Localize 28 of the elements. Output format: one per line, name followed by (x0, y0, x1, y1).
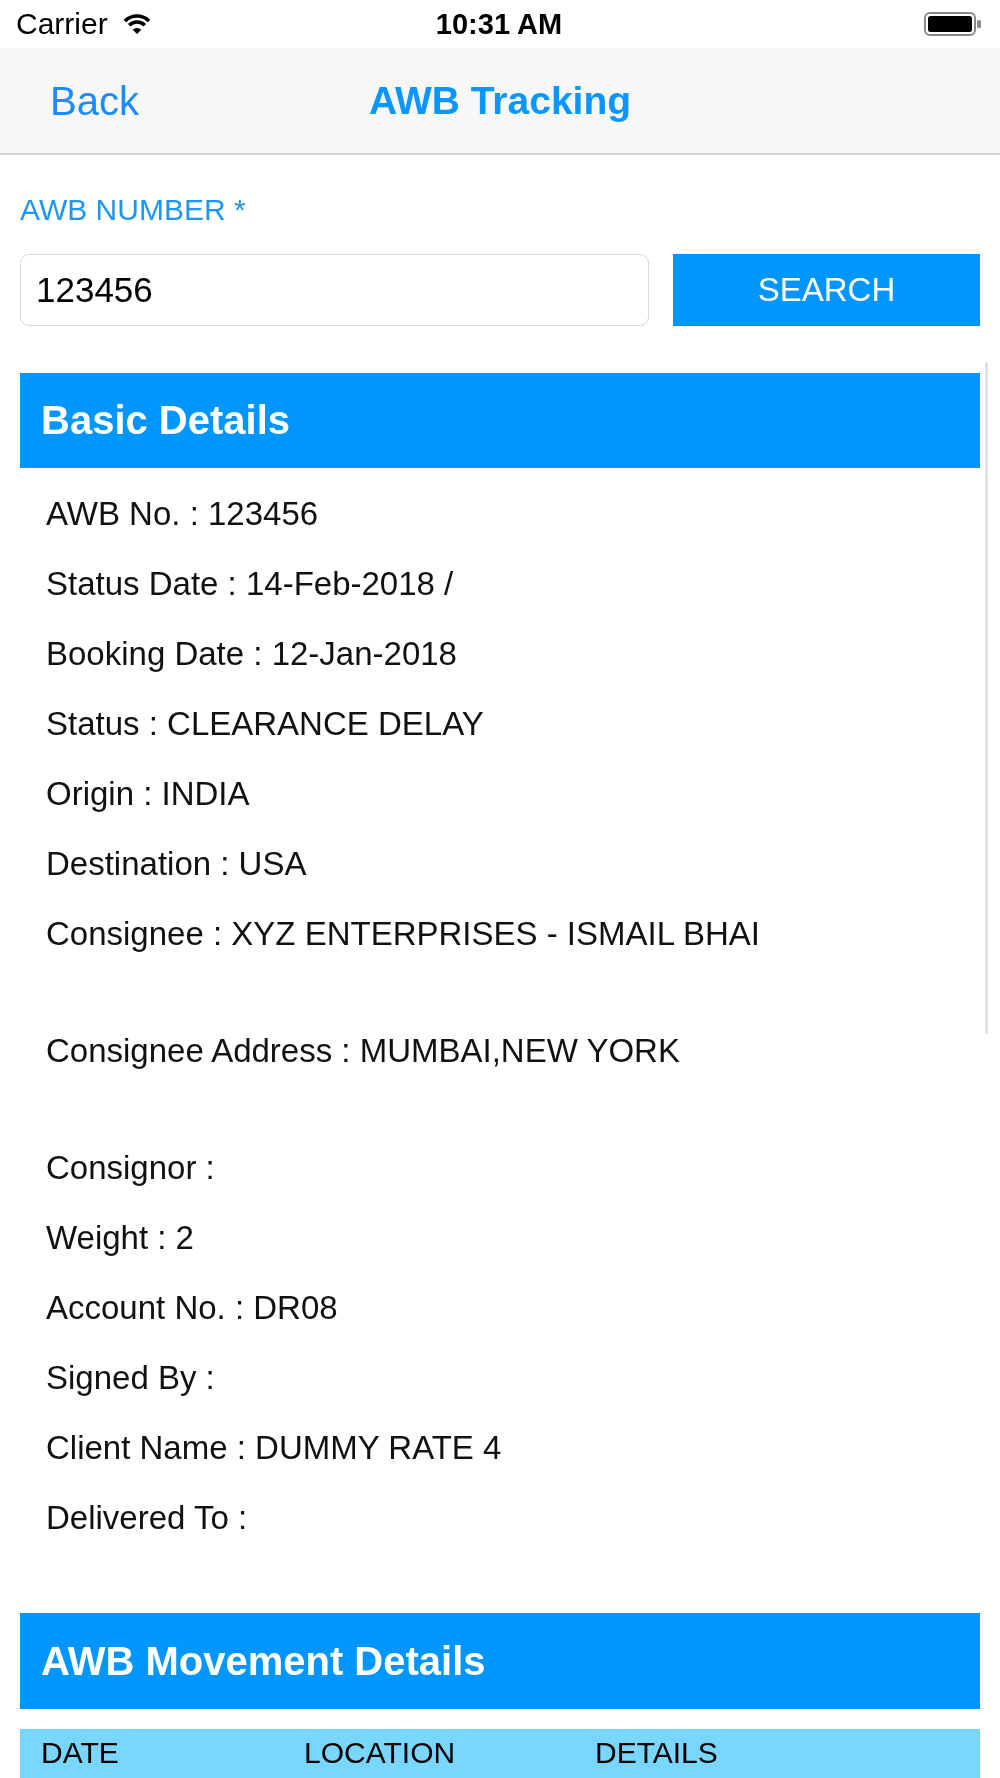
screen-title: AWB Tracking (368, 77, 632, 124)
detail-text: Client Name : DUMMY RATE 4 (46, 1429, 502, 1466)
detail-text: Signed By : (46, 1359, 215, 1396)
detail-text: Consignor : (46, 1149, 215, 1186)
back-button[interactable]: Back (50, 77, 139, 124)
detail-text: Consignee Address : MUMBAI,NEW YORK (46, 1032, 680, 1069)
detail-text: Delivered To : (46, 1499, 248, 1536)
awb-number-field[interactable]: 123456 (20, 254, 649, 326)
search-button[interactable]: SEARCH (673, 254, 980, 326)
carrier-label: Carrier (16, 7, 108, 41)
detail-text: Status : CLEARANCE DELAY (46, 705, 484, 742)
detail-text: Account No. : DR08 (46, 1289, 338, 1326)
detail-text: Origin : INDIA (46, 775, 250, 812)
field-label: AWB NUMBER * (20, 192, 246, 228)
detail-text: Booking Date : 12-Jan-2018 (46, 635, 457, 672)
battery-icon (924, 12, 982, 36)
detail-text: Consignee : XYZ ENTERPRISES - ISMAIL BHAI (46, 915, 760, 952)
section-header: AWB Movement Details (20, 1613, 980, 1709)
column-header: LOCATION (304, 1736, 456, 1770)
section-header: Basic Details (20, 373, 980, 468)
column-header: DATE (41, 1736, 119, 1770)
detail-text: Weight : 2 (46, 1219, 194, 1256)
wifi-icon (121, 13, 152, 35)
detail-text: Destination : USA (46, 845, 307, 882)
detail-text: Status Date : 14-Feb-2018 / (46, 565, 454, 602)
time-label: 10:31 AM (435, 7, 563, 41)
detail-text: AWB No. : 123456 (46, 495, 319, 532)
column-header: DETAILS (595, 1736, 718, 1770)
